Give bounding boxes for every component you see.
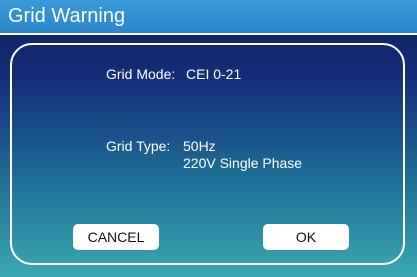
grid-type-phase: 220V Single Phase xyxy=(183,155,303,171)
grid-warning-screen: Grid Warning Grid Mode: CEI 0-21 Grid Ty… xyxy=(0,0,417,277)
title-bar: Grid Warning xyxy=(0,0,417,33)
grid-type-frequency: 50Hz xyxy=(183,138,216,154)
grid-mode-label: Grid Mode: xyxy=(106,66,176,82)
cancel-button[interactable]: CANCEL xyxy=(73,224,159,250)
grid-mode-value: CEI 0-21 xyxy=(186,66,242,82)
title-divider xyxy=(0,33,417,35)
ok-button[interactable]: OK xyxy=(263,224,349,250)
grid-type-label: Grid Type: xyxy=(106,138,171,154)
window-title: Grid Warning xyxy=(8,5,126,27)
